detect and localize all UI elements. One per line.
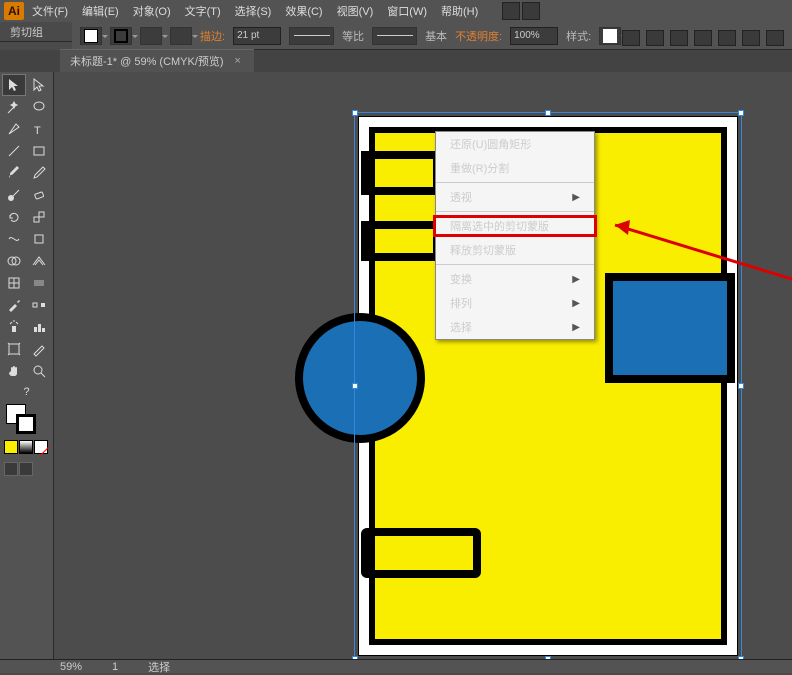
ctx-undo[interactable]: 还原(U)圆角矩形 [436,132,594,156]
slice-tool[interactable] [27,338,51,360]
canvas[interactable] [54,72,792,661]
context-menu: 还原(U)圆角矩形 重做(R)分割 透视▶ 隔离选中的剪切蒙版 释放剪切蒙版 变… [435,131,595,340]
shape-builder-tool[interactable] [2,250,26,272]
opacity-label: 不透明度: [455,28,502,44]
paintbrush-tool[interactable] [2,162,26,184]
var-width-icon[interactable] [170,27,192,45]
isolate-mode-icon[interactable] [766,30,784,46]
perspective-grid-tool[interactable] [27,250,51,272]
fill-stroke-indicator[interactable] [6,404,47,434]
menu-help[interactable]: 帮助(H) [435,1,484,21]
stroke-swatch[interactable] [110,27,132,45]
mesh-tool[interactable] [2,272,26,294]
eraser-tool[interactable] [27,184,51,206]
rectangle-tool[interactable] [27,140,51,162]
width-tool[interactable] [2,228,26,250]
chevron-right-icon: ▶ [572,298,580,309]
svg-text:T: T [34,125,41,137]
gradient-tool[interactable] [27,272,51,294]
rotate-tool[interactable] [2,206,26,228]
options-right-icons [622,30,784,46]
eyedropper-tool[interactable] [2,294,26,316]
menu-edit[interactable]: 编辑(E) [76,1,125,21]
ctx-transform[interactable]: 变换▶ [436,267,594,291]
free-transform-tool[interactable] [27,228,51,250]
zoom-level[interactable]: 59% [60,661,82,673]
menu-view[interactable]: 视图(V) [331,1,380,21]
color-mode-swatches[interactable] [2,438,51,456]
app-logo: Ai [4,2,24,20]
fill-swatch[interactable] [80,27,102,45]
document-tab-bar: 未标题-1* @ 59% (CMYK/预览) × [0,50,792,72]
magic-wand-tool[interactable] [2,96,26,118]
document-tab[interactable]: 未标题-1* @ 59% (CMYK/预览) × [60,49,254,72]
zoom-tool[interactable] [27,360,51,382]
menu-bar: Ai 文件(F) 编辑(E) 对象(O) 文字(T) 选择(S) 效果(C) 视… [0,0,792,22]
lasso-tool[interactable] [27,96,51,118]
ctx-select[interactable]: 选择▶ [436,315,594,339]
menu-window[interactable]: 窗口(W) [381,1,433,21]
uniform-label: 等比 [342,28,364,44]
toolbox: T ? [0,72,54,661]
selection-tool[interactable] [2,74,26,96]
blend-tool[interactable] [27,294,51,316]
blob-brush-tool[interactable] [2,184,26,206]
line-tool[interactable] [2,140,26,162]
stroke-prof-2[interactable] [372,27,417,45]
document-tab-title: 未标题-1* @ 59% (CMYK/预览) [70,53,224,69]
menu-select[interactable]: 选择(S) [229,1,278,21]
artboard-tool[interactable] [2,338,26,360]
basic-label: 基本 [425,28,447,44]
stroke-size-input[interactable] [233,27,281,45]
column-graph-tool[interactable] [27,316,51,338]
brush-def-icon[interactable] [140,27,162,45]
menu-file[interactable]: 文件(F) [26,1,74,21]
close-tab-icon[interactable]: × [232,55,244,67]
help-icon[interactable]: ? [2,382,51,402]
align-right-icon[interactable] [742,30,760,46]
chevron-right-icon: ▶ [572,274,580,285]
layout-icon[interactable] [502,2,520,20]
scale-tool[interactable] [27,206,51,228]
status-bar: 59% 1 选择 [0,659,792,673]
chevron-right-icon: ▶ [572,322,580,333]
style-label: 样式: [566,28,591,44]
screen-mode-icons[interactable] [2,460,51,478]
hand-tool[interactable] [2,360,26,382]
type-tool[interactable]: T [27,118,51,140]
pen-tool[interactable] [2,118,26,140]
ctx-release-clip-mask[interactable]: 释放剪切蒙版 [436,238,594,262]
symbol-sprayer-tool[interactable] [2,316,26,338]
ctx-arrange[interactable]: 排列▶ [436,291,594,315]
opacity-input[interactable] [510,27,558,45]
artboard-nav[interactable]: 1 [112,661,118,673]
menu-type[interactable]: 文字(T) [179,1,227,21]
recolor-icon[interactable] [622,30,640,46]
status-tool: 选择 [148,659,170,675]
workspace: T ? [0,72,792,661]
align-left-icon[interactable] [694,30,712,46]
ctx-redo[interactable]: 重做(R)分割 [436,156,594,180]
graphic-style-swatch[interactable] [599,27,621,45]
align-icon[interactable] [646,30,664,46]
stroke-label: 描边: [200,28,225,44]
align-center-icon[interactable] [718,30,736,46]
ctx-perspective[interactable]: 透视▶ [436,185,594,209]
pencil-tool[interactable] [27,162,51,184]
transform-panel-icon[interactable] [670,30,688,46]
menu-effect[interactable]: 效果(C) [279,1,328,21]
arrange-docs-icon[interactable] [522,2,540,20]
direct-selection-tool[interactable] [27,74,51,96]
stroke-prof-1[interactable] [289,27,334,45]
chevron-right-icon: ▶ [572,192,580,203]
ctx-isolate-mask[interactable]: 隔离选中的剪切蒙版 [436,214,594,238]
menu-object[interactable]: 对象(O) [127,1,177,21]
